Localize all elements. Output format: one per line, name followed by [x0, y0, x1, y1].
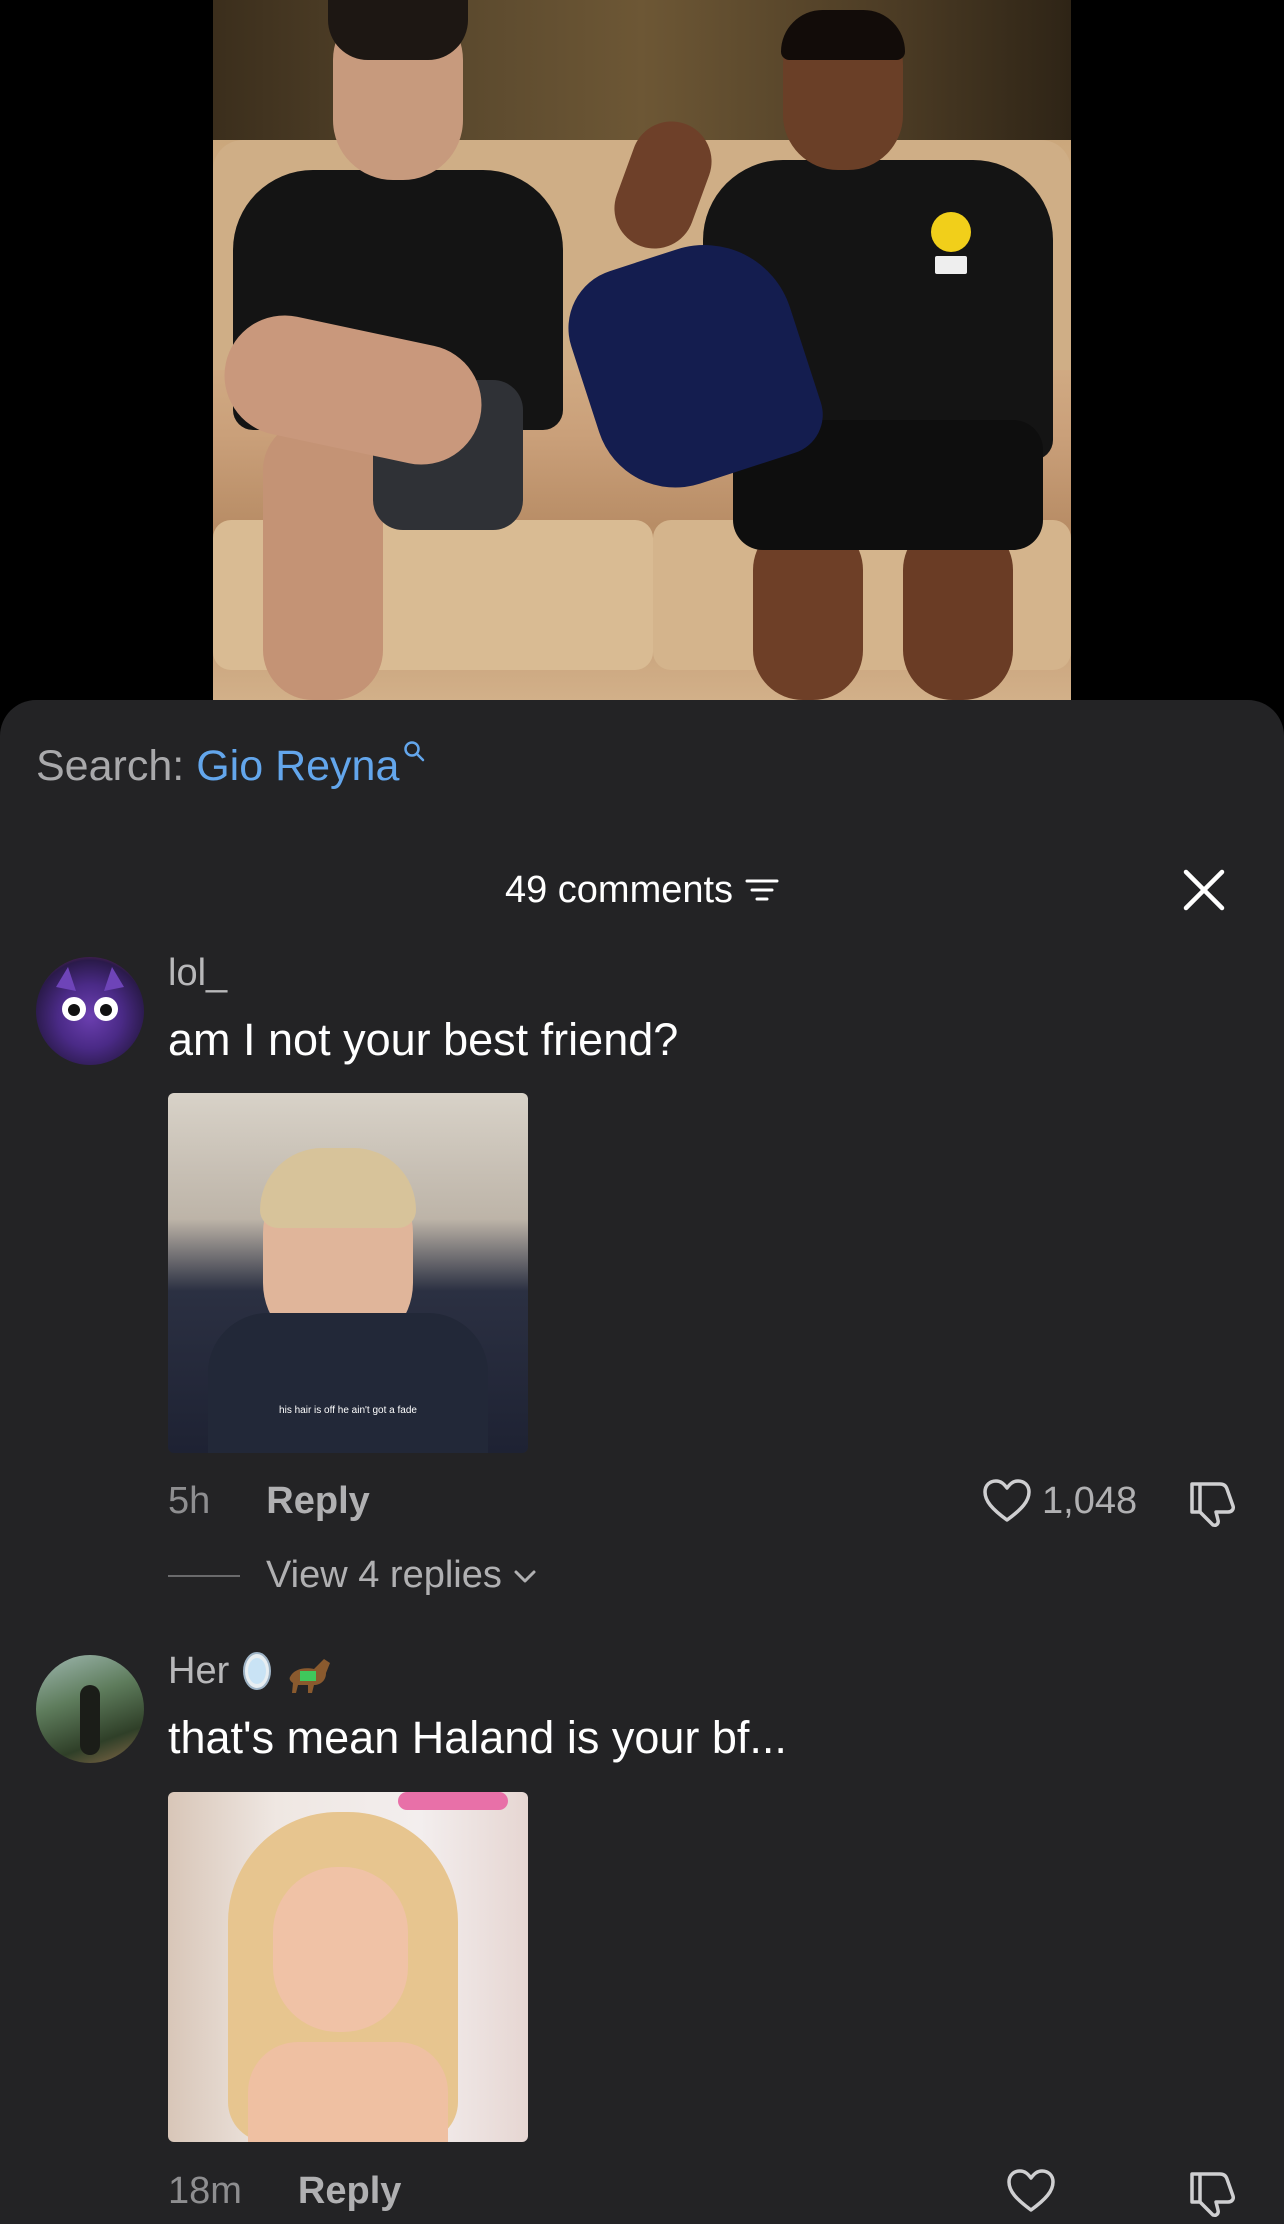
- person-left-leg: [263, 420, 383, 700]
- comment-gif[interactable]: [168, 1792, 528, 2142]
- reply-button[interactable]: Reply: [266, 1480, 369, 1522]
- gif-hoodie: [208, 1313, 488, 1453]
- club-crest-logo: [931, 212, 971, 252]
- comment-text: that's mean Haland is your bf...: [168, 1712, 787, 1763]
- comment-text: am I not your best friend?: [168, 1014, 679, 1065]
- comments-sheet: Search: Gio Reyna 49 comments lol_ am I n…: [0, 700, 1284, 2224]
- heart-icon: [1007, 2169, 1055, 2212]
- comment-username[interactable]: Her: [168, 1650, 336, 1695]
- gif-shoulders: [248, 2042, 448, 2142]
- search-term-link[interactable]: Gio Reyna: [196, 742, 399, 790]
- comment-gif[interactable]: his hair is off he ain't got a fade: [168, 1093, 528, 1453]
- comment-time: 18m: [168, 2170, 242, 2212]
- comment-count-label: 49 comments: [504, 869, 734, 911]
- like-button[interactable]: [1006, 2168, 1056, 2214]
- gif-pink-object: [398, 1792, 508, 1810]
- dislike-icon[interactable]: [1186, 2168, 1238, 2218]
- search-suggestion[interactable]: Search: Gio Reyna: [36, 740, 425, 791]
- sort-comments-button[interactable]: 49 comments: [505, 860, 779, 920]
- video-player[interactable]: [0, 0, 1284, 700]
- search-icon[interactable]: [403, 740, 425, 762]
- search-label: Search:: [36, 742, 185, 790]
- comments-header: 49 comments: [0, 860, 1284, 920]
- horse-emoji-icon: [289, 1658, 331, 1693]
- comment-meta: 5h Reply: [168, 1480, 370, 1523]
- comment-time: 5h: [168, 1480, 211, 1522]
- avatar[interactable]: [36, 957, 144, 1065]
- video-frame: [213, 0, 1071, 700]
- view-replies-button[interactable]: View 4 replies: [168, 1554, 538, 1597]
- close-icon[interactable]: [1182, 868, 1226, 912]
- comment-username[interactable]: lol_: [168, 952, 227, 995]
- view-replies-label: View 4 replies: [266, 1554, 502, 1596]
- username-text: Her: [168, 1650, 230, 1692]
- heart-icon: [983, 1479, 1031, 1522]
- like-button[interactable]: 1,048: [982, 1478, 1137, 1524]
- divider-line: [168, 1574, 240, 1577]
- chevron-down-icon: [514, 1570, 536, 1582]
- person-right-hair: [781, 10, 905, 60]
- gif-face: [273, 1867, 408, 2032]
- mirror-emoji-icon: [242, 1651, 271, 1690]
- avatar-figure: [80, 1685, 100, 1755]
- gif-caption: his hair is off he ain't got a fade: [279, 1405, 417, 1416]
- like-count: 1,048: [1042, 1479, 1138, 1522]
- reply-button[interactable]: Reply: [298, 2170, 401, 2212]
- sponsor-logo: [935, 256, 967, 274]
- dislike-icon[interactable]: [1186, 1478, 1238, 1528]
- person-left-hair: [328, 0, 468, 60]
- comment-meta: 18m Reply: [168, 2170, 401, 2213]
- filter-icon: [745, 879, 779, 901]
- cat-avatar-icon: [56, 967, 124, 1021]
- avatar[interactable]: [36, 1655, 144, 1763]
